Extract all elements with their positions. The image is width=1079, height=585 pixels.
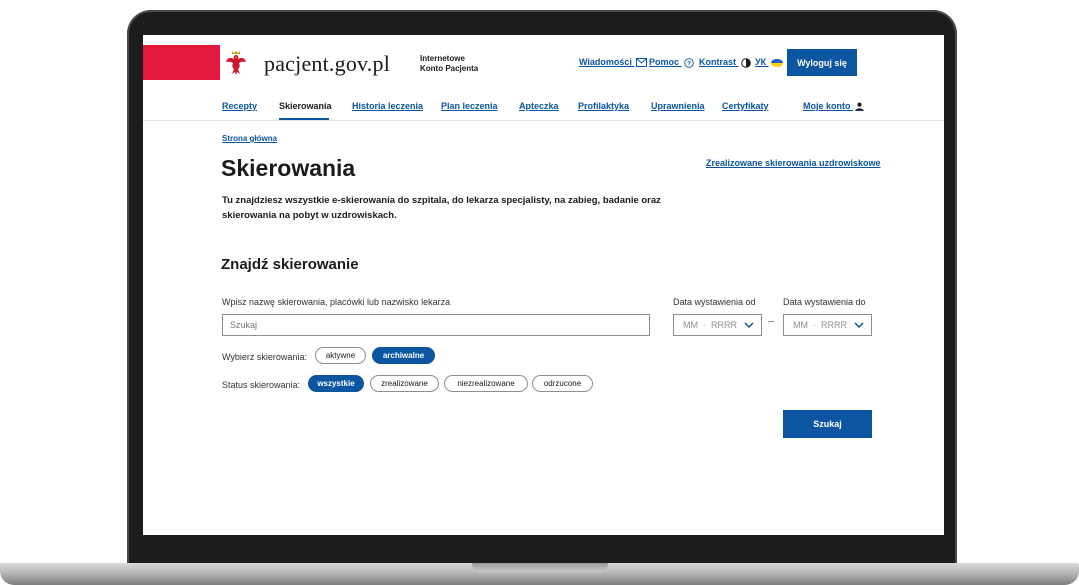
laptop-notch [472, 563, 608, 572]
nav-item-recepty[interactable]: Recepty [222, 101, 257, 111]
date-to-separator: - [813, 320, 816, 330]
messages-link[interactable]: Wiadomości [579, 57, 648, 68]
page-description: Tu znajdziesz wszystkie e-skierowania do… [222, 195, 661, 221]
envelope-icon [636, 58, 648, 68]
date-to-label: Data wystawienia do [783, 297, 866, 307]
flag-red-stripe [143, 45, 220, 80]
date-from-separator: - [703, 320, 706, 330]
site-subtitle-line1: Internetowe [420, 54, 465, 63]
date-from-label: Data wystawienia od [673, 297, 756, 307]
contrast-label: Kontrast [699, 57, 737, 67]
nav-item-skierowania[interactable]: Skierowania [279, 101, 332, 111]
search-query-label: Wpisz nazwę skierowania, placówki lub na… [222, 297, 451, 307]
date-from-year: RRRR [711, 320, 737, 330]
type-option-archiwalne[interactable]: archiwalne [372, 347, 435, 364]
help-label: Pomoc [649, 57, 680, 67]
status-option-odrzucone[interactable]: odrzucone [532, 375, 593, 392]
nav-item-uprawnienia[interactable]: Uprawnienia [651, 101, 705, 111]
type-filter-label: Wybierz skierowania: [222, 352, 307, 362]
nav-item-moje-konto[interactable]: Moje konto [803, 101, 865, 112]
svg-text:?: ? [687, 60, 691, 67]
ukraine-flag-icon [770, 58, 783, 67]
site-subtitle: Internetowe Konto Pacjenta [420, 54, 478, 74]
site-name[interactable]: pacjent.gov.pl [264, 51, 390, 77]
date-from-select[interactable]: MM - RRRR [673, 314, 762, 336]
help-link[interactable]: Pomoc ? [649, 57, 694, 68]
nav-item-profilaktyka[interactable]: Profilaktyka [578, 101, 629, 111]
date-to-year: RRRR [821, 320, 847, 330]
messages-label: Wiadomości [579, 57, 632, 67]
search-submit-button[interactable]: Szukaj [783, 410, 872, 438]
search-section-title: Znajdź skierowanie [221, 256, 359, 273]
breadcrumb[interactable]: Strona główna [222, 134, 277, 143]
search-input[interactable] [222, 314, 650, 336]
uzdrowiskowe-link[interactable]: Zrealizowane skierowania uzdrowiskowe [706, 158, 881, 168]
nav-item-historia-leczenia[interactable]: Historia leczenia [352, 101, 423, 111]
nav-item-apteczka[interactable]: Apteczka [519, 101, 559, 111]
site-subtitle-line2: Konto Pacjenta [420, 64, 479, 73]
date-to-select[interactable]: MM - RRRR [783, 314, 872, 336]
chevron-down-icon [744, 322, 754, 329]
nav-item-certyfikaty[interactable]: Certyfikaty [722, 101, 769, 111]
status-option-wszystkie[interactable]: wszystkie [308, 375, 364, 392]
status-filter-label: Status skierowania: [222, 380, 301, 390]
language-label: УК [755, 57, 767, 67]
contrast-link[interactable]: Kontrast [699, 57, 751, 68]
date-to-month: MM [793, 320, 808, 330]
question-circle-icon: ? [683, 57, 694, 68]
date-range-dash [768, 321, 774, 322]
main-nav: Recepty Skierowania Historia leczenia Pl… [143, 90, 944, 121]
nav-item-plan-leczenia[interactable]: Plan leczenia [441, 101, 498, 111]
language-link[interactable]: УК [755, 57, 783, 67]
type-option-aktywne[interactable]: aktywne [315, 347, 366, 364]
laptop-screen: pacjent.gov.pl Internetowe Konto Pacjent… [143, 35, 944, 535]
page-title: Skierowania [221, 155, 356, 181]
date-from-month: MM [683, 320, 698, 330]
active-tab-indicator [279, 118, 329, 120]
account-label: Moje konto [803, 101, 851, 111]
logout-button[interactable]: Wyloguj się [787, 49, 857, 76]
user-icon [855, 102, 865, 112]
site-header: pacjent.gov.pl Internetowe Konto Pacjent… [143, 35, 944, 90]
polish-eagle-icon[interactable] [225, 50, 247, 76]
chevron-down-icon [854, 322, 864, 329]
status-option-zrealizowane[interactable]: zrealizowane [370, 375, 439, 392]
status-option-niezrealizowane[interactable]: niezrealizowane [444, 375, 528, 392]
contrast-icon [740, 57, 751, 68]
